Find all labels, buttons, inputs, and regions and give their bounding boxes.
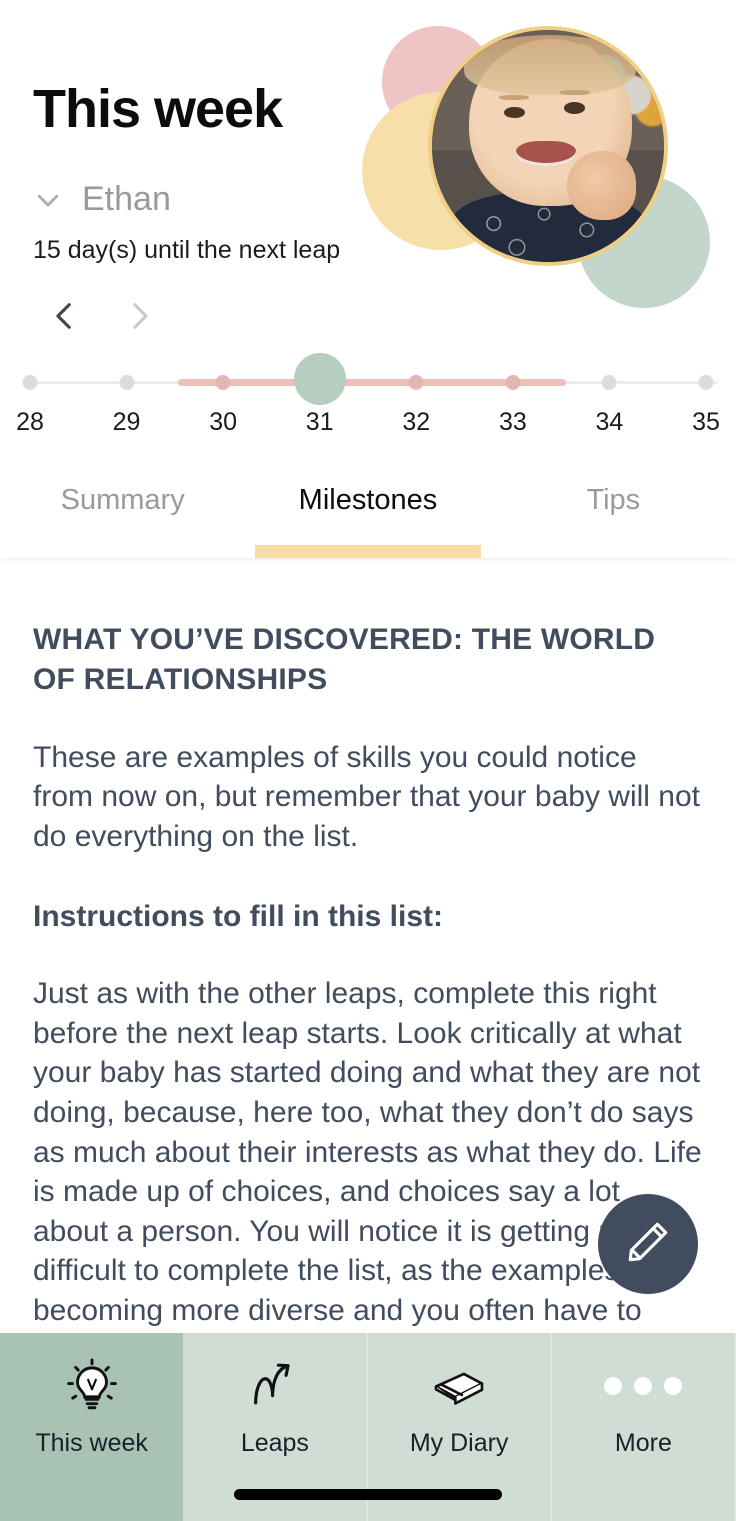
slider-tick-label: 34: [595, 408, 624, 436]
slider-thumb[interactable]: [293, 353, 346, 405]
slider-tick[interactable]: [408, 375, 424, 390]
nav-label: More: [614, 1429, 672, 1457]
leap-countdown-label: 15 day(s) until the next leap: [33, 236, 341, 264]
slider-tick[interactable]: [601, 375, 617, 390]
slider-tick[interactable]: [698, 375, 714, 390]
tab-summary[interactable]: Summary: [0, 478, 245, 558]
chevron-right-icon[interactable]: [121, 298, 157, 334]
week-slider[interactable]: 28 29 30 31 32 33 34 35: [0, 353, 736, 442]
curved-arrow-icon: [246, 1357, 304, 1415]
tab-tips[interactable]: Tips: [491, 478, 736, 558]
three-dots-icon: [604, 1357, 683, 1415]
content-subheading: Instructions to fill in this list:: [33, 899, 443, 933]
tab-underline: [254, 545, 481, 558]
lightbulb-icon: [63, 1357, 121, 1415]
content-heading: WHAT YOU’VE DISCOVERED: THE WORLD OF REL…: [33, 623, 656, 696]
app-screen: This week Ethan 15 day(s) until the next…: [0, 0, 736, 1521]
content-tabs: Summary Milestones Tips: [0, 478, 736, 558]
nav-label: My Diary: [409, 1429, 509, 1457]
home-indicator: [234, 1489, 502, 1500]
baby-photo-avatar-icon: [432, 30, 664, 262]
content-body-paragraph: Just as with the other leaps, complete t…: [33, 977, 702, 1327]
chevron-left-icon[interactable]: [47, 298, 83, 334]
week-nav-arrows: [47, 298, 157, 334]
slider-tick[interactable]: [215, 375, 231, 390]
book-icon: [430, 1357, 488, 1415]
edit-fab-button[interactable]: [598, 1194, 698, 1294]
page-title: This week: [33, 79, 283, 139]
header-card: This week Ethan 15 day(s) until the next…: [0, 0, 736, 558]
tab-label: Milestones: [298, 484, 438, 516]
child-name-label: Ethan: [82, 180, 171, 218]
tab-label: Summary: [60, 484, 185, 516]
slider-tick-label: 32: [402, 408, 431, 436]
tab-label: Tips: [586, 484, 641, 516]
nav-label: Leaps: [240, 1429, 309, 1457]
slider-tick-label: 29: [112, 408, 141, 436]
chevron-down-icon: [33, 185, 63, 215]
tab-milestones[interactable]: Milestones: [245, 478, 490, 558]
slider-tick-label: 31: [305, 408, 334, 436]
bottom-navigation: This week Leaps My Diary More: [0, 1333, 736, 1521]
content-intro-paragraph: These are examples of skills you could n…: [33, 740, 700, 853]
slider-tick[interactable]: [505, 375, 521, 390]
nav-label: This week: [35, 1429, 148, 1457]
slider-tick-label: 35: [692, 408, 720, 436]
slider-tick-label: 30: [209, 408, 238, 436]
avatar[interactable]: [428, 26, 668, 266]
slider-tick[interactable]: [22, 375, 38, 390]
child-selector[interactable]: Ethan: [33, 180, 171, 219]
nav-item-more[interactable]: More: [552, 1333, 736, 1521]
nav-item-this-week[interactable]: This week: [0, 1333, 184, 1521]
pencil-edit-icon: [623, 1217, 673, 1272]
slider-tick[interactable]: [119, 375, 135, 390]
slider-tick-label: 28: [16, 408, 44, 436]
slider-tick-label: 33: [498, 408, 527, 436]
